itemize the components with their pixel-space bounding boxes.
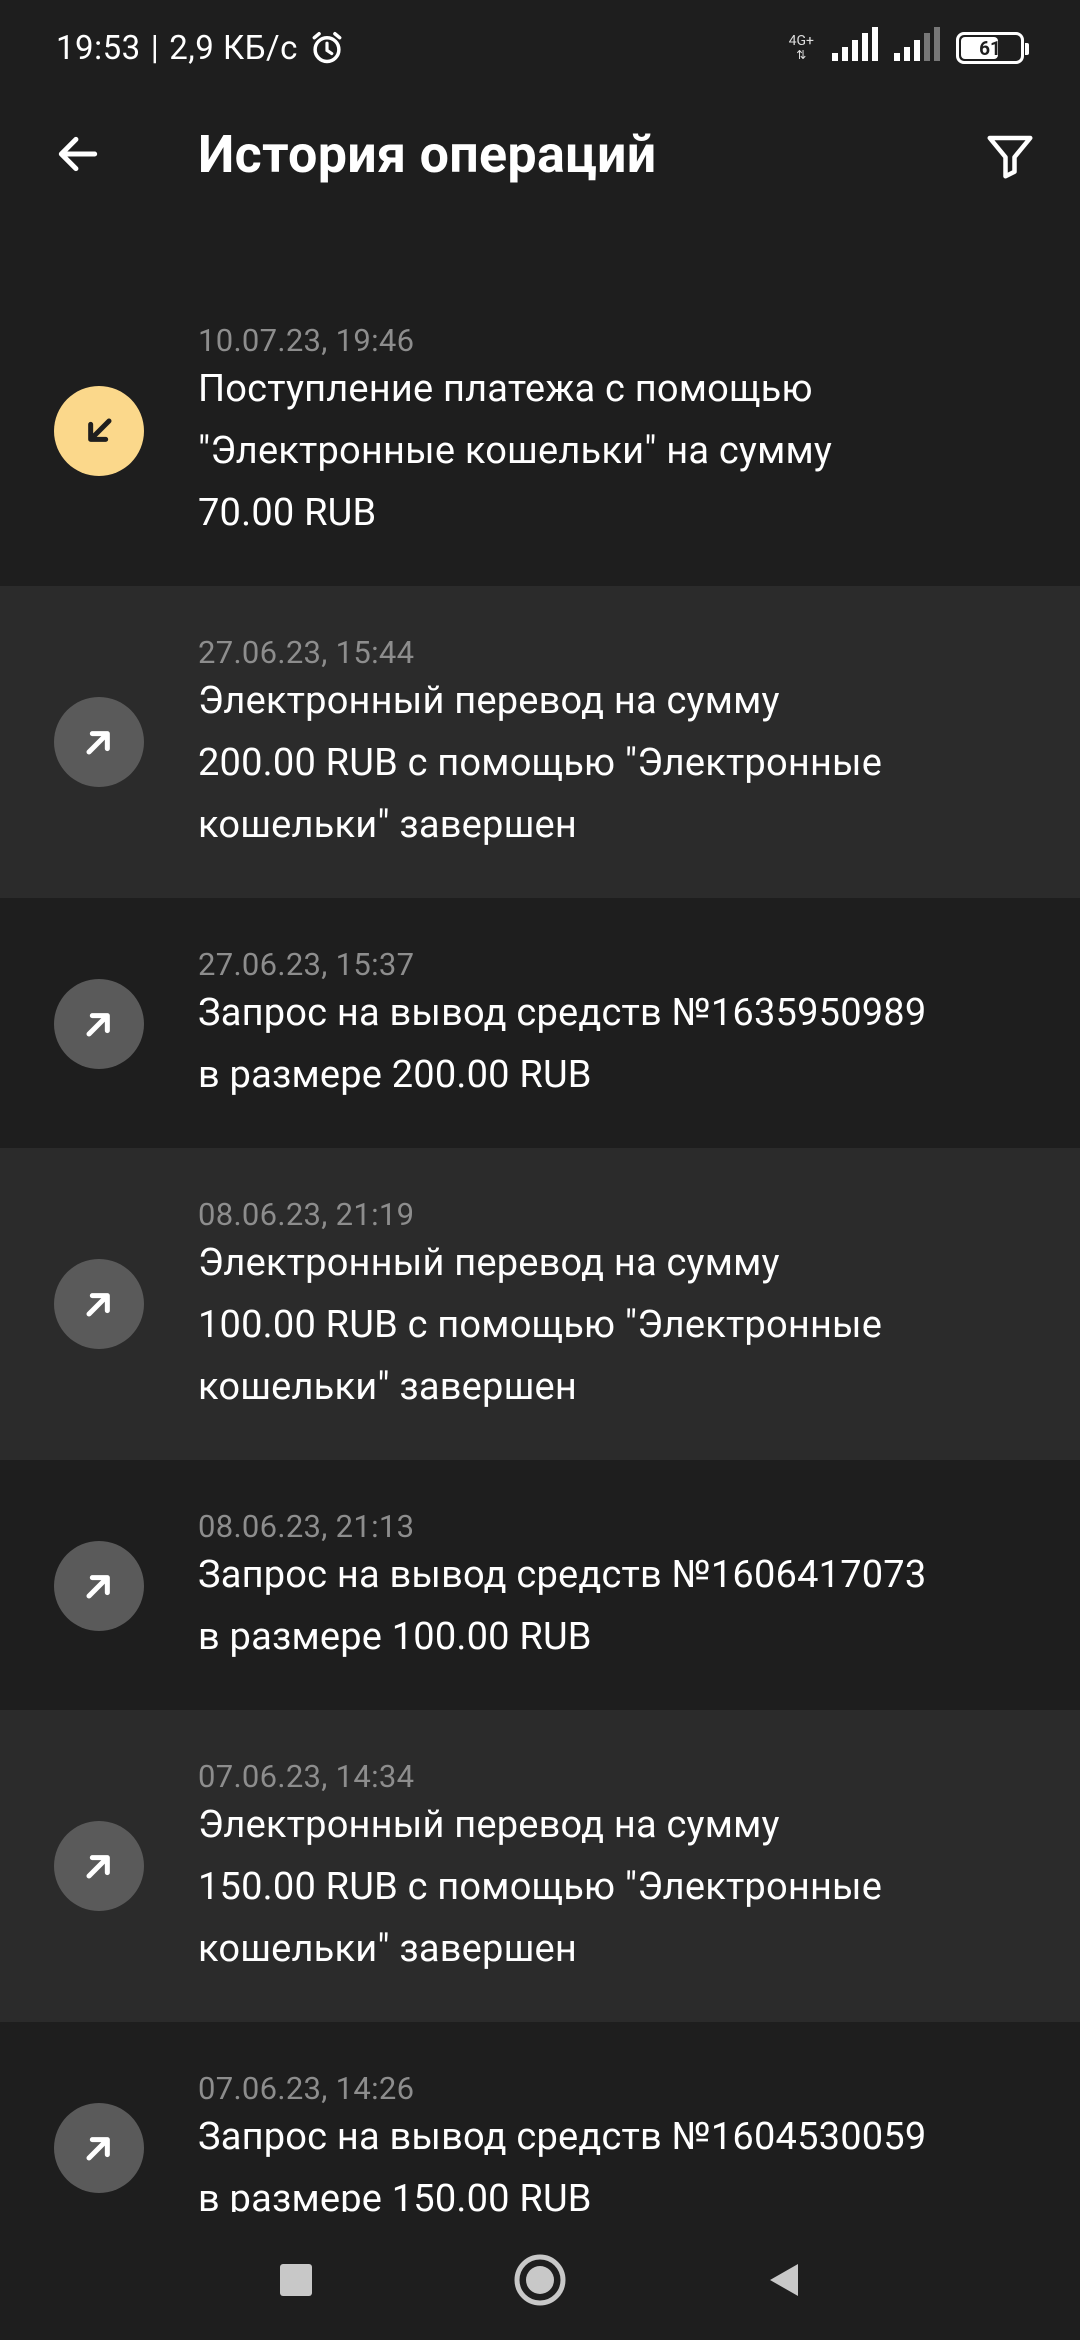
battery-level: 61: [979, 36, 1001, 60]
screen: 19:53 | 2,9 КБ/с 4G+ ⇅ 61 История операц…: [0, 0, 1080, 2340]
home-icon: [514, 2254, 566, 2306]
outgoing-arrow-icon: [54, 979, 144, 1069]
alarm-icon: [308, 29, 346, 67]
back-nav-button[interactable]: [756, 2252, 812, 2308]
outgoing-arrow-icon: [54, 1259, 144, 1349]
operation-item[interactable]: 08.06.23, 21:13 Запрос на вывод средств …: [0, 1460, 1080, 1710]
operation-line: 70.00 RUB: [198, 491, 377, 535]
back-icon: [770, 2264, 798, 2296]
outgoing-arrow-icon: [54, 697, 144, 787]
operation-line: "Электронные кошельки" на сумму: [198, 429, 833, 473]
status-net-speed: 2,9 КБ/с: [169, 28, 298, 68]
signal-icon-2: [894, 26, 940, 70]
system-nav-bar: [0, 2212, 1080, 2340]
operation-line: Запрос на вывод средств №1604530059: [198, 2115, 927, 2159]
outgoing-arrow-icon: [54, 1541, 144, 1631]
operation-item[interactable]: 07.06.23, 14:34 Электронный перевод на с…: [0, 1710, 1080, 2022]
operation-description: Запрос на вывод средств №1606417073 в ра…: [198, 1544, 1018, 1668]
operation-line: кошельки" завершен: [198, 1927, 577, 1971]
operation-line: Электронный перевод на сумму: [198, 1241, 780, 1285]
operation-date: 08.06.23, 21:19: [198, 1196, 415, 1233]
operation-item[interactable]: 27.06.23, 15:37 Запрос на вывод средств …: [0, 898, 1080, 1148]
operation-description: Электронный перевод на сумму 150.00 RUB …: [198, 1794, 1018, 1980]
operation-date: 10.07.23, 19:46: [198, 322, 415, 359]
operation-line: 200.00 RUB с помощью "Электронные: [198, 741, 883, 785]
operation-line: Электронный перевод на сумму: [198, 679, 780, 723]
operation-description: Электронный перевод на сумму 200.00 RUB …: [198, 670, 1018, 856]
operation-date: 27.06.23, 15:37: [198, 946, 415, 983]
operation-line: Поступление платежа с помощью: [198, 367, 813, 411]
operation-item[interactable]: 27.06.23, 15:44 Электронный перевод на с…: [0, 586, 1080, 898]
operation-line: 100.00 RUB с помощью "Электронные: [198, 1303, 883, 1347]
signal-icon-1: [832, 26, 878, 70]
operation-line: в размере 100.00 RUB: [198, 1615, 592, 1659]
recents-icon: [280, 2264, 312, 2296]
operation-item[interactable]: 08.06.23, 21:19 Электронный перевод на с…: [0, 1148, 1080, 1460]
operation-description: Запрос на вывод средств №1635950989 в ра…: [198, 982, 1018, 1106]
home-button[interactable]: [512, 2252, 568, 2308]
status-left: 19:53 | 2,9 КБ/с: [56, 29, 346, 68]
operation-line: в размере 200.00 RUB: [198, 1053, 592, 1097]
operation-date: 07.06.23, 14:26: [198, 2070, 415, 2107]
page-title: История операций: [198, 124, 657, 185]
operation-date: 07.06.23, 14:34: [198, 1758, 415, 1795]
operation-description: Запрос на вывод средств №1604530059 в ра…: [198, 2106, 1018, 2212]
network-type-label: 4G+: [788, 33, 814, 49]
operation-line: в размере 150.00 RUB: [198, 2177, 592, 2212]
operations-list: 10.07.23, 19:46 Поступление платежа с по…: [0, 296, 1080, 2212]
operation-item[interactable]: 07.06.23, 14:26 Запрос на вывод средств …: [0, 2022, 1080, 2212]
filter-button[interactable]: [978, 124, 1042, 188]
operation-item[interactable]: 10.07.23, 19:46 Поступление платежа с по…: [0, 296, 1080, 586]
status-right: 4G+ ⇅ 61: [788, 26, 1029, 70]
network-type-icon: 4G+ ⇅: [788, 33, 814, 62]
app-bar: История операций: [0, 96, 1080, 216]
status-time: 19:53: [56, 28, 141, 68]
operation-line: Запрос на вывод средств №1606417073: [198, 1553, 927, 1597]
operation-line: кошельки" завершен: [198, 803, 577, 847]
battery-icon: 61: [956, 32, 1029, 64]
operation-description: Поступление платежа с помощью "Электронн…: [198, 358, 1018, 544]
operation-line: Запрос на вывод средств №1635950989: [198, 991, 927, 1035]
arrow-left-icon: [58, 136, 98, 172]
status-bar: 19:53 | 2,9 КБ/с 4G+ ⇅ 61: [0, 0, 1080, 96]
operation-date: 08.06.23, 21:13: [198, 1508, 415, 1545]
operation-line: 150.00 RUB с помощью "Электронные: [198, 1865, 883, 1909]
filter-icon: [987, 135, 1033, 179]
back-button[interactable]: [48, 124, 108, 184]
status-separator: |: [150, 28, 160, 68]
incoming-arrow-icon: [54, 386, 144, 476]
outgoing-arrow-icon: [54, 2103, 144, 2193]
operation-line: Электронный перевод на сумму: [198, 1803, 780, 1847]
outgoing-arrow-icon: [54, 1821, 144, 1911]
operation-description: Электронный перевод на сумму 100.00 RUB …: [198, 1232, 1018, 1418]
operation-date: 27.06.23, 15:44: [198, 634, 415, 671]
recents-button[interactable]: [268, 2252, 324, 2308]
operation-line: кошельки" завершен: [198, 1365, 577, 1409]
